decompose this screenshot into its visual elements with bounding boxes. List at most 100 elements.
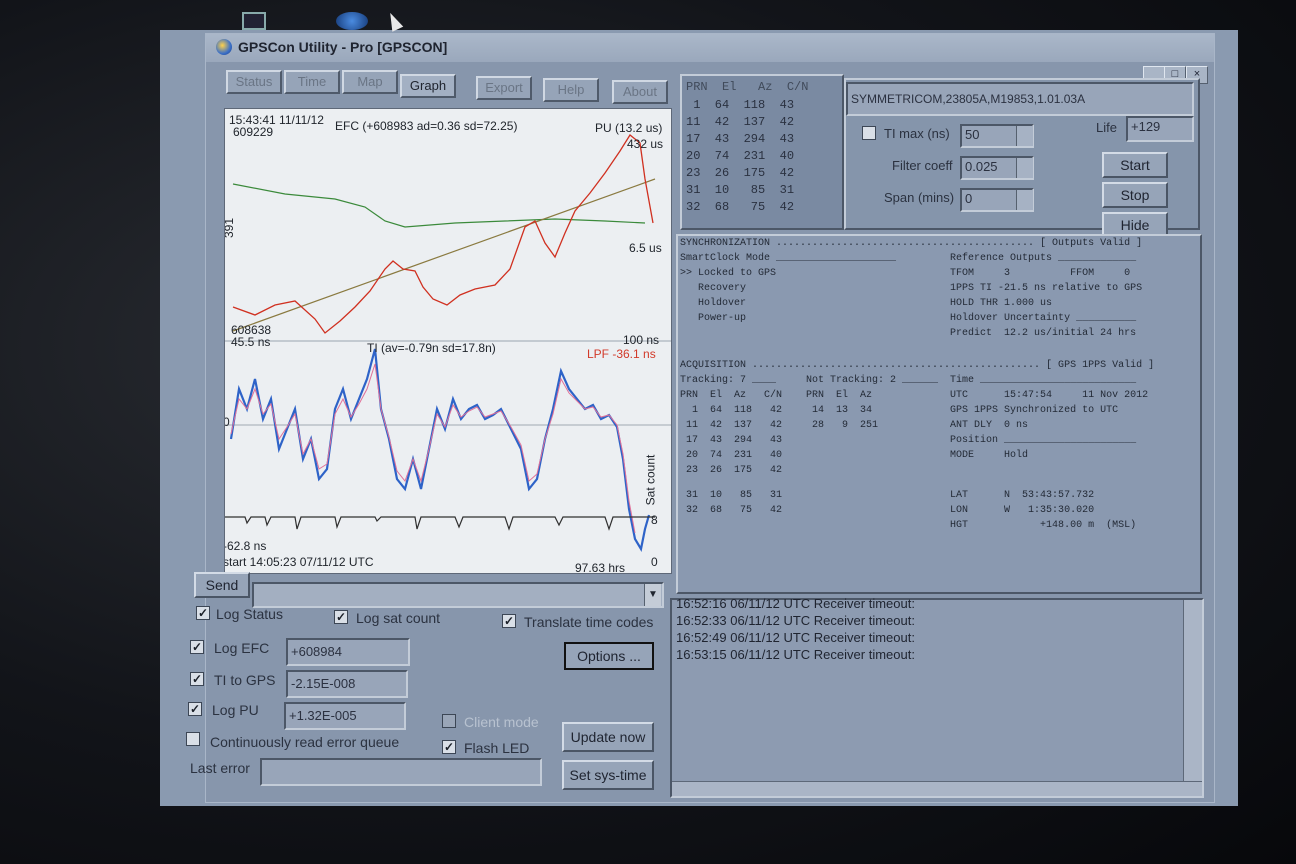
efc-summary: EFC (+608983 ad=0.36 sd=72.25) xyxy=(335,119,518,133)
lpf-label: LPF -36.1 ns xyxy=(587,347,656,361)
command-input[interactable] xyxy=(252,582,664,608)
app-icon xyxy=(216,39,232,55)
ti-max-label: TI max (ns) xyxy=(884,126,950,141)
client-mode-checkbox[interactable] xyxy=(442,714,456,728)
continuous-label: Continuously read error queue xyxy=(210,734,400,750)
start-time: start 14:05:23 07/11/12 UTC xyxy=(224,555,374,569)
tab-map[interactable]: Map xyxy=(342,70,398,94)
table-row: 32 68 75 42 xyxy=(686,200,795,214)
vertical-scrollbar[interactable] xyxy=(1183,600,1202,796)
graph-panel: 15:43:41 11/11/12 EFC (+608983 ad=0.36 s… xyxy=(224,108,672,574)
pu-label: PU (13.2 us) xyxy=(595,121,663,135)
tab-time[interactable]: Time xyxy=(284,70,340,94)
duration: 97.63 hrs xyxy=(575,561,626,574)
sat-count-axis-label: Sat count xyxy=(643,454,658,506)
ti-top-right-value: 100 ns xyxy=(623,333,660,347)
desktop-icon[interactable] xyxy=(242,12,266,30)
log-efc-checkbox[interactable]: ✓ xyxy=(190,640,204,654)
ti-max-checkbox[interactable] xyxy=(862,126,876,140)
pu-trace xyxy=(232,134,654,334)
status-line: 11 42 137 42 28 9 251 ANT DLY 0 ns xyxy=(680,420,1029,431)
status-line: Tracking: 7 ____ Not Tracking: 2 ______ … xyxy=(680,375,1137,386)
sat-count-trace xyxy=(225,516,655,531)
status-line: >> Locked to GPS TFOM 3 FFOM 0 xyxy=(680,268,1131,279)
status-line: Holdover HOLD THR 1.000 us xyxy=(680,298,1053,309)
options-button[interactable]: Options ... xyxy=(564,642,654,670)
ti-top-value: 45.5 ns xyxy=(231,335,271,349)
satellite-table: PRN El Az C/N 1 64 118 43 11 42 137 42 1… xyxy=(680,74,844,230)
update-now-button[interactable]: Update now xyxy=(562,722,654,752)
ti-zero-label: 0 xyxy=(225,415,230,429)
span-label: Span (mins) xyxy=(884,190,955,205)
ti-gps-label: TI to GPS xyxy=(214,672,276,688)
list-item: 16:52:33 06/11/12 UTC Receiver timeout: xyxy=(676,613,915,628)
translate-label: Translate time codes xyxy=(524,614,654,630)
send-button[interactable]: Send xyxy=(194,572,250,598)
pu-top-value: 432 us xyxy=(627,137,664,151)
translate-checkbox[interactable]: ✓ xyxy=(502,614,516,628)
continuous-checkbox[interactable] xyxy=(186,732,200,746)
status-line: HGT +148.00 m (MSL) xyxy=(680,520,1137,531)
efc-trace xyxy=(232,183,646,228)
status-line: 20 74 231 40 MODE Hold xyxy=(680,450,1029,461)
lpf-trace xyxy=(230,363,636,534)
set-sys-time-button[interactable]: Set sys-time xyxy=(562,760,654,790)
log-sat-checkbox[interactable]: ✓ xyxy=(334,610,348,624)
status-line: ACQUISITION ............................… xyxy=(680,360,1155,371)
log-list[interactable]: 16:52:16 06/11/12 UTC Receiver timeout: … xyxy=(670,596,1204,798)
stop-button[interactable]: Stop xyxy=(1102,182,1168,208)
life-field: +129 xyxy=(1126,116,1194,142)
ie-icon[interactable] xyxy=(336,12,368,30)
table-row: 17 43 294 43 xyxy=(686,132,795,146)
table-row: 11 42 137 42 xyxy=(686,115,795,129)
status-line: PRN El Az C/N PRN El Az UTC 15:47:54 11 … xyxy=(680,390,1149,401)
pu-value-field: +1.32E-005 xyxy=(284,702,406,730)
efc-value-field: +608984 xyxy=(286,638,410,666)
tab-graph[interactable]: Graph xyxy=(400,74,456,98)
trend-line xyxy=(232,178,656,332)
status-line: Power-up Holdover Uncertainty __________ xyxy=(680,313,1137,324)
ti-max-spinner[interactable] xyxy=(1016,126,1033,146)
client-mode-label: Client mode xyxy=(464,714,539,730)
pu-bottom-value: 6.5 us xyxy=(629,241,662,255)
list-item: 16:53:15 06/11/12 UTC Receiver timeout: xyxy=(676,647,915,662)
tab-export[interactable]: Export xyxy=(476,76,532,100)
span-spinner[interactable] xyxy=(1016,190,1033,210)
horizontal-scrollbar[interactable] xyxy=(672,781,1202,796)
table-row: 20 74 231 40 xyxy=(686,149,795,163)
device-id-field[interactable]: SYMMETRICOM,23805A,M19853,1.01.03A xyxy=(846,82,1194,116)
list-item: 16:52:49 06/11/12 UTC Receiver timeout: xyxy=(676,630,915,645)
log-status-label: Log Status xyxy=(216,606,283,622)
table-row: 31 10 85 31 xyxy=(686,183,795,197)
list-item: 16:52:16 06/11/12 UTC Receiver timeout: xyxy=(676,596,915,611)
efc-top-value: 609229 xyxy=(233,125,274,139)
tab-about[interactable]: About xyxy=(612,80,668,104)
title-bar[interactable]: GPSCon Utility - Pro [GPSCON] xyxy=(206,34,1214,62)
window-title: GPSCon Utility - Pro [GPSCON] xyxy=(238,39,448,55)
log-sat-label: Log sat count xyxy=(356,610,441,626)
command-dropdown[interactable]: ▼ xyxy=(644,584,661,606)
filter-coeff-label: Filter coeff xyxy=(892,158,953,173)
status-line: 17 43 294 43 Position __________________… xyxy=(680,435,1137,446)
status-line: 1 64 118 42 14 13 34 GPS 1PPS Synchroniz… xyxy=(680,405,1119,416)
ti-gps-checkbox[interactable]: ✓ xyxy=(190,672,204,686)
sat-8-label: 8 xyxy=(651,513,658,527)
satellite-table-header: PRN El Az C/N xyxy=(686,80,809,94)
tab-status[interactable]: Status xyxy=(226,70,282,94)
efc-span-value: 391 xyxy=(224,217,237,239)
table-row: 1 64 118 43 xyxy=(686,98,795,112)
ti-value-field: -2.15E-008 xyxy=(286,670,408,698)
log-efc-label: Log EFC xyxy=(214,640,270,656)
last-error-label: Last error xyxy=(190,760,250,776)
status-line: 23 26 175 42 xyxy=(680,465,783,476)
flash-led-checkbox[interactable]: ✓ xyxy=(442,740,456,754)
tab-help[interactable]: Help xyxy=(543,78,599,102)
status-line: Recovery 1PPS TI -21.5 ns relative to GP… xyxy=(680,283,1143,294)
ti-trace xyxy=(229,348,651,553)
status-line: SYNCHRONIZATION ........................… xyxy=(680,238,1143,249)
last-error-field xyxy=(260,758,542,786)
log-status-checkbox[interactable]: ✓ xyxy=(196,606,210,620)
start-button[interactable]: Start xyxy=(1102,152,1168,178)
filter-coeff-spinner[interactable] xyxy=(1016,158,1033,178)
log-pu-checkbox[interactable]: ✓ xyxy=(188,702,202,716)
